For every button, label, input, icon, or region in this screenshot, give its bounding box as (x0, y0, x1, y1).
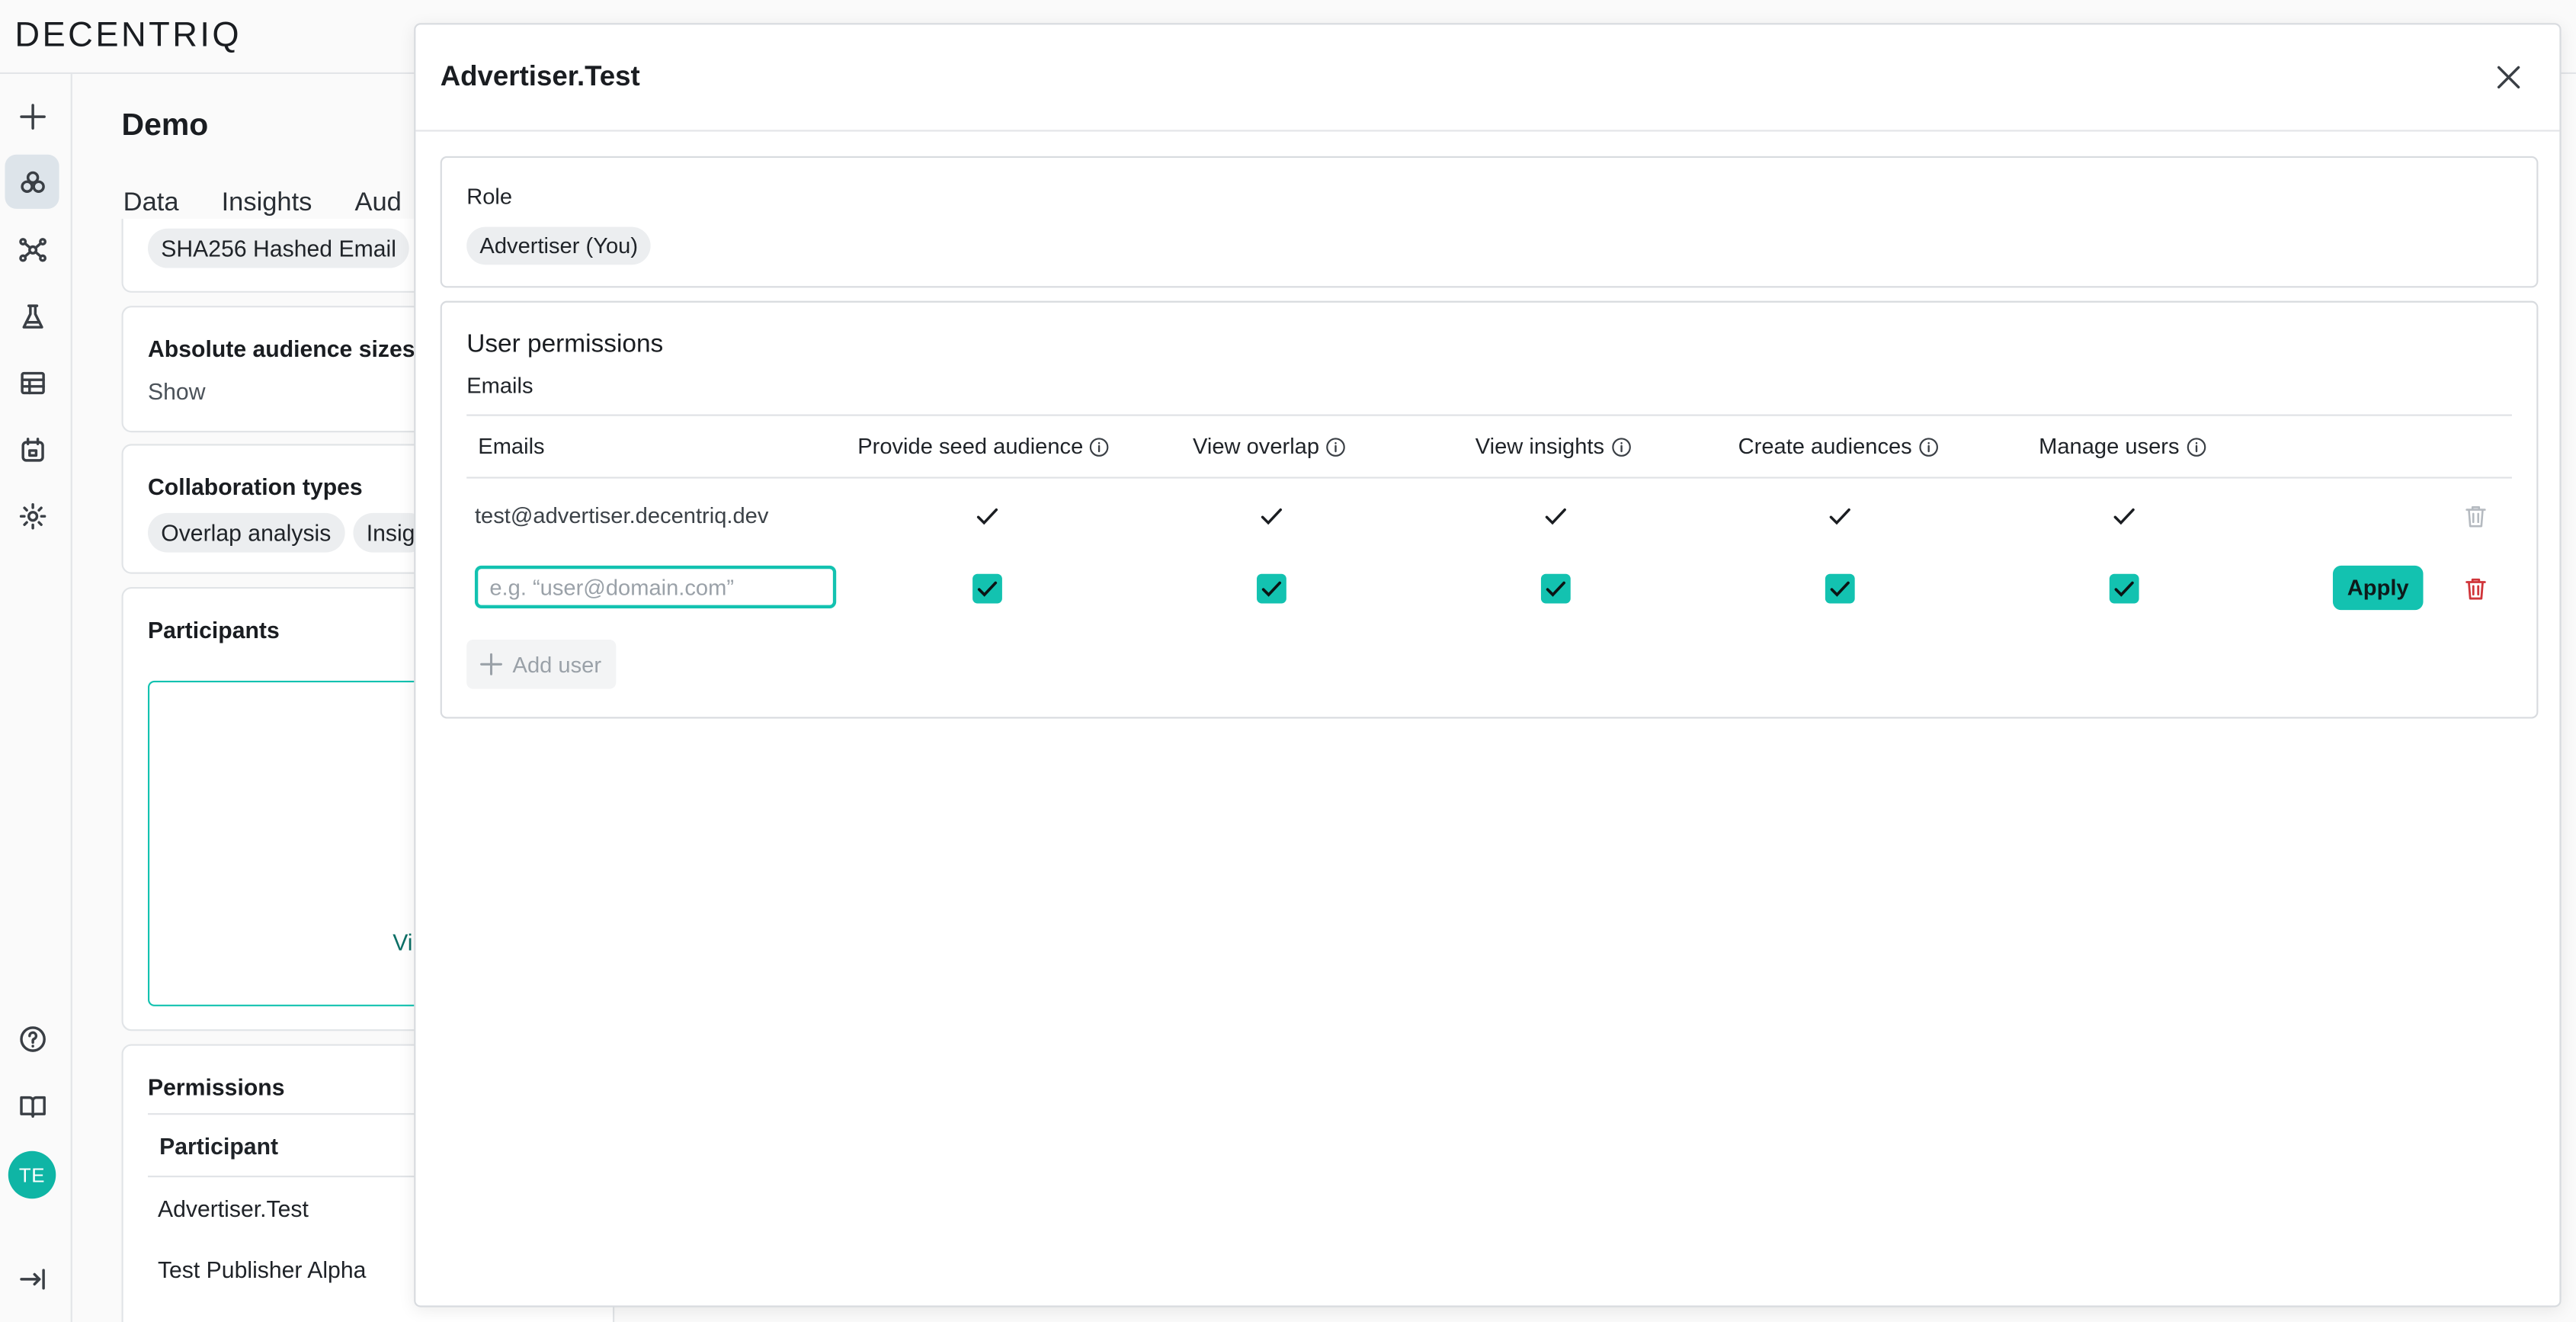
new-collaboration-button[interactable] (5, 88, 59, 143)
network-icon (18, 236, 46, 262)
book-icon (19, 1095, 45, 1118)
add-user-label: Add user (512, 652, 602, 677)
table-divider (466, 476, 2512, 479)
info-icon[interactable] (1918, 437, 1938, 457)
manage-users-checkbox[interactable] (2109, 573, 2139, 604)
column-header-label: Emails (478, 434, 545, 459)
view-insights-checkbox[interactable] (1540, 573, 1571, 604)
check-icon (1830, 581, 1850, 597)
app-root: DECENTRIQ TE Demo Data Insights Aud SHA2… (0, 0, 2576, 1322)
docs-button[interactable] (5, 1079, 59, 1133)
participants-label: Participants (148, 616, 280, 643)
check-icon (1261, 508, 1283, 525)
matching-id-chip: SHA256 Hashed Email (148, 228, 410, 268)
collab-types-label: Collaboration types (148, 473, 363, 500)
role-chip: Advertiser (You) (466, 226, 652, 265)
participant-column-header: Participant (159, 1132, 279, 1160)
participant-row: Test Publisher Alpha (157, 1256, 367, 1283)
user-permissions-title: User permissions (466, 330, 664, 359)
datalab-nav-button[interactable] (5, 422, 59, 476)
datalab-icon (21, 437, 43, 461)
help-button[interactable] (5, 1011, 59, 1065)
column-header-view-insights: View insights (1475, 434, 1631, 459)
trash-icon[interactable] (2462, 576, 2488, 602)
plus-icon (19, 103, 45, 129)
column-header-label: Create audiences (1738, 434, 1912, 459)
tab-insights[interactable]: Insights (222, 189, 312, 219)
info-icon[interactable] (1090, 437, 1110, 457)
user-email: test@advertiser.decentriq.dev (474, 502, 769, 528)
column-header-create-audiences: Create audiences (1738, 434, 1939, 459)
check-icon (976, 508, 998, 525)
plus-icon (480, 653, 502, 675)
check-icon (1829, 508, 1850, 525)
collaboration-icon (20, 170, 44, 192)
table-icon (20, 371, 44, 394)
check-icon (977, 581, 998, 597)
column-header-emails: Emails (478, 434, 544, 458)
network-nav-button[interactable] (5, 222, 59, 276)
sidebar-rail: TE (0, 74, 72, 1322)
table-divider (466, 414, 2512, 416)
flask-icon (21, 303, 43, 328)
collaborations-nav-button[interactable] (5, 154, 59, 209)
help-icon (19, 1025, 45, 1051)
lab-nav-button[interactable] (5, 290, 59, 344)
column-header-label: Manage users (2039, 434, 2180, 459)
check-icon (1545, 508, 1566, 525)
user-permissions-section: User permissions Emails Emails Provide s… (440, 300, 2539, 719)
datasets-nav-button[interactable] (5, 355, 59, 409)
tab-audiences[interactable]: Aud (354, 189, 401, 219)
permissions-label: Permissions (148, 1073, 285, 1100)
dialog-title: Advertiser.Test (440, 60, 640, 92)
page-tabs: Data Insights Aud (123, 189, 444, 219)
info-icon[interactable] (1611, 437, 1631, 457)
participant-row: Advertiser.Test (157, 1195, 309, 1222)
settings-icon (18, 502, 46, 529)
view-overlap-checkbox[interactable] (1257, 573, 1286, 604)
user-permissions-subtitle: Emails (466, 373, 533, 398)
close-icon[interactable] (2495, 64, 2521, 91)
participants-link[interactable]: Vi (392, 929, 412, 956)
check-icon (1261, 581, 1282, 597)
app-logo: DECENTRIQ (14, 16, 242, 55)
create-audiences-checkbox[interactable] (1825, 573, 1855, 604)
check-icon (1546, 581, 1565, 597)
participant-dialog: Advertiser.Test Role Advertiser (You) Us… (414, 23, 2562, 1308)
logout-button[interactable] (5, 1251, 59, 1305)
role-section: Role Advertiser (You) (440, 156, 2539, 288)
logout-icon (19, 1268, 44, 1289)
column-header-provide-seed: Provide seed audience (857, 434, 1110, 459)
column-header-label: View insights (1475, 434, 1605, 459)
apply-button[interactable]: Apply (2332, 565, 2424, 611)
column-header-manage-users: Manage users (2039, 434, 2206, 459)
provide-seed-checkbox[interactable] (972, 573, 1002, 604)
page-title: Demo (121, 108, 209, 143)
trash-icon[interactable] (2462, 503, 2488, 530)
tab-data[interactable]: Data (123, 189, 179, 219)
role-label: Role (466, 184, 513, 209)
column-header-label: Provide seed audience (857, 434, 1084, 459)
check-icon (2114, 581, 2134, 597)
new-user-email-input[interactable] (474, 565, 837, 608)
dialog-divider (415, 130, 2560, 132)
info-icon[interactable] (2186, 437, 2206, 457)
user-avatar[interactable]: TE (8, 1150, 56, 1199)
absolute-sizes-value: Show (148, 378, 206, 405)
info-icon[interactable] (1326, 437, 1346, 457)
column-header-label: View overlap (1192, 434, 1320, 459)
column-header-view-overlap: View overlap (1192, 434, 1346, 459)
check-icon (2113, 508, 2135, 525)
add-user-button[interactable]: Add user (466, 639, 617, 689)
collab-type-chip: Overlap analysis (148, 512, 344, 553)
absolute-sizes-label: Absolute audience sizes (148, 335, 415, 362)
settings-nav-button[interactable] (5, 489, 59, 543)
